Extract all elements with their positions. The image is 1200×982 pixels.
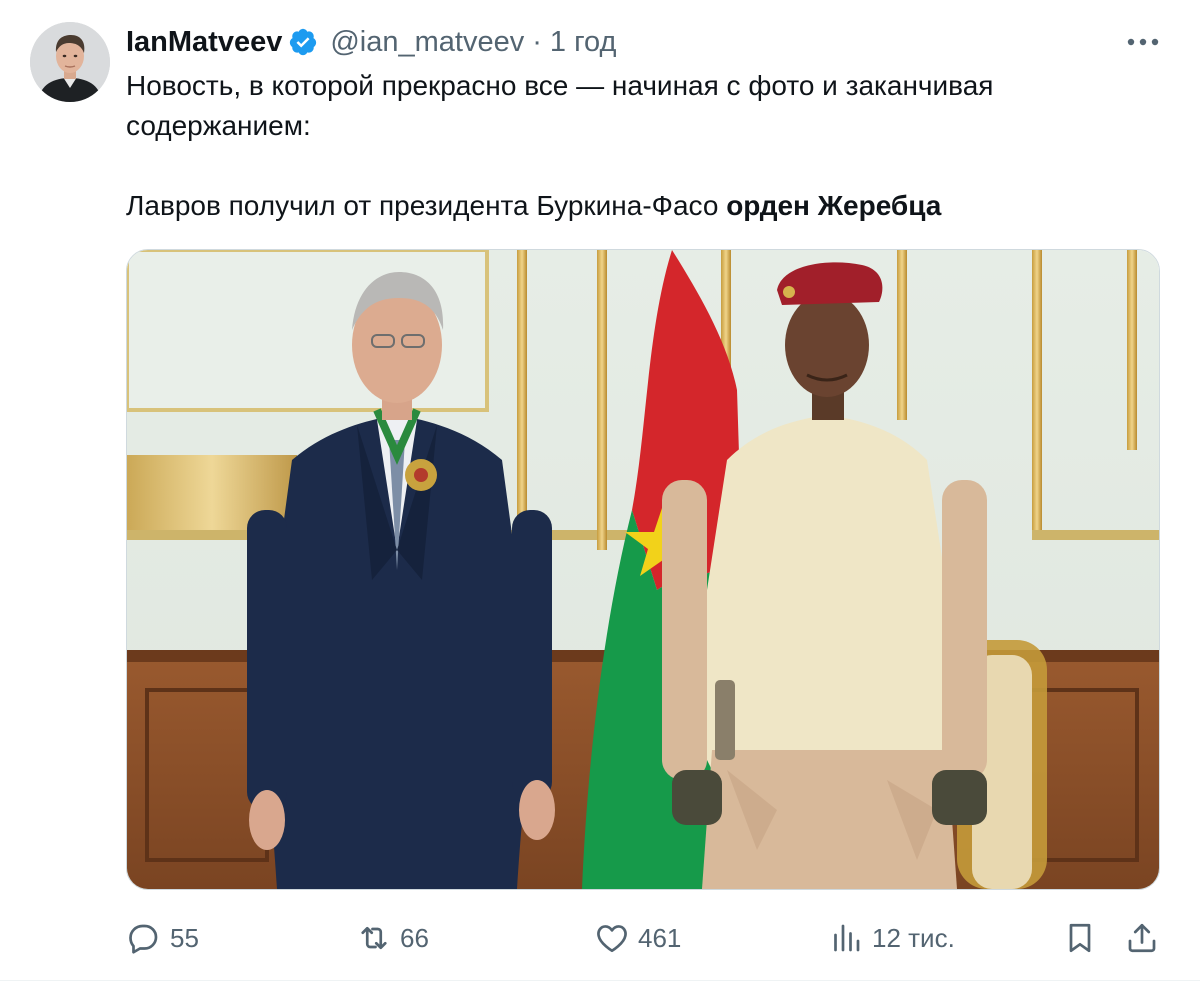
tweet-text-line: Новость, в которой прекрасно все — начин… xyxy=(126,70,994,101)
tweet: IanMatveev @ian_matveev · 1 год Новость,… xyxy=(0,0,1200,982)
tweet-text: Новость, в которой прекрасно все — начин… xyxy=(126,66,1156,226)
view-count: 12 тис. xyxy=(872,922,955,953)
tweet-timestamp[interactable]: 1 год xyxy=(550,26,617,59)
bookmark-button[interactable] xyxy=(1062,910,1098,966)
repost-count: 66 xyxy=(400,922,429,953)
like-count: 461 xyxy=(638,922,682,953)
repost-arrows-icon xyxy=(361,926,387,950)
photo-illustration xyxy=(127,250,1159,889)
repost-button[interactable]: 66 xyxy=(356,910,429,966)
action-bar: 55 66 461 12 тис. xyxy=(0,910,1200,966)
tweet-header: IanMatveev @ian_matveev · 1 год xyxy=(126,22,616,62)
tweet-photo[interactable] xyxy=(126,249,1160,890)
more-dots-icon[interactable] xyxy=(1120,24,1166,60)
views-button[interactable]: 12 тис. xyxy=(828,910,955,966)
heart-icon xyxy=(597,925,627,953)
reply-bubble-icon xyxy=(129,924,158,954)
analytics-bars-icon xyxy=(834,924,860,952)
like-button[interactable]: 461 xyxy=(594,910,681,966)
verified-badge-icon[interactable] xyxy=(288,27,318,57)
author-avatar[interactable] xyxy=(30,22,110,102)
author-name[interactable]: IanMatveev xyxy=(126,26,282,59)
bottom-divider xyxy=(0,980,1200,981)
tweet-text-plain: Лавров получил от президента Буркина-Фас… xyxy=(126,190,727,221)
bookmark-icon xyxy=(1069,923,1091,953)
reply-button[interactable]: 55 xyxy=(126,910,199,966)
reply-count: 55 xyxy=(170,922,199,953)
tweet-text-line: Лавров получил от президента Буркина-Фас… xyxy=(126,186,1156,226)
tweet-text-line: содержанием: xyxy=(126,110,311,141)
share-upload-icon xyxy=(1128,923,1156,953)
share-button[interactable] xyxy=(1124,910,1160,966)
header-separator: · xyxy=(532,25,542,58)
tweet-text-bold: орден Жеребца xyxy=(726,190,942,221)
author-handle[interactable]: @ian_matveev xyxy=(330,26,524,59)
avatar-portrait xyxy=(30,22,110,102)
